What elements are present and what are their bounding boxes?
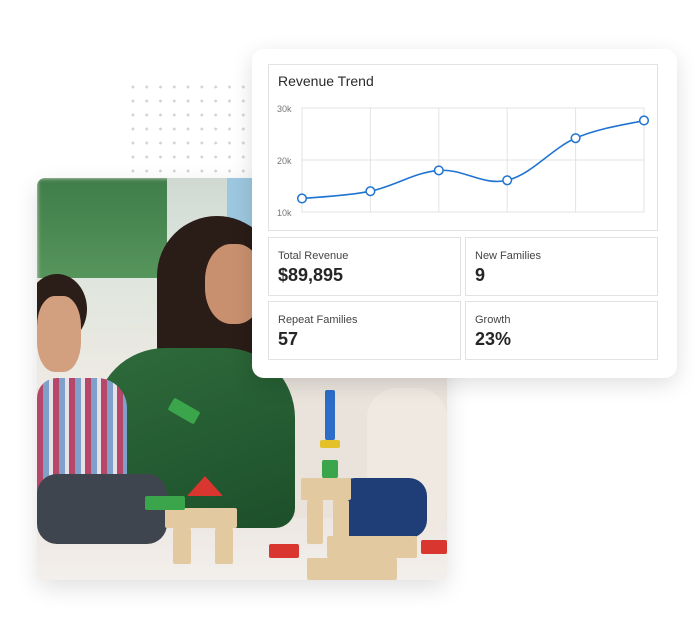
photo-block xyxy=(173,528,191,564)
chart-title: Revenue Trend xyxy=(278,73,374,89)
y-tick-label: 30k xyxy=(277,104,292,114)
stat-tile-growth: Growth 23% xyxy=(465,301,658,360)
stat-label: Total Revenue xyxy=(278,250,349,262)
photo-block xyxy=(145,496,185,510)
data-point xyxy=(570,133,581,144)
stat-tile-new-families: New Families 9 xyxy=(465,237,658,296)
revenue-series-line xyxy=(301,119,645,200)
photo-block xyxy=(165,508,237,528)
photo-child-face xyxy=(37,296,81,372)
data-point xyxy=(502,175,513,186)
stat-value: 23% xyxy=(475,329,512,349)
stat-label: Growth xyxy=(475,314,511,326)
stat-label: New Families xyxy=(475,250,542,262)
photo-block xyxy=(269,544,299,558)
stat-tile-repeat-families: Repeat Families 57 xyxy=(268,301,461,360)
y-tick-label: 10k xyxy=(277,208,292,218)
stat-value: 9 xyxy=(475,265,486,285)
photo-block xyxy=(421,540,447,554)
photo-block xyxy=(327,536,417,558)
photo-block xyxy=(215,528,233,564)
dashboard-card: 10k 20k 30k Revenue Trend Total Revenue $8… xyxy=(252,49,677,378)
stat-tile-total-revenue: Total Revenue $89,895 xyxy=(268,237,461,296)
stat-value: 57 xyxy=(278,329,299,349)
revenue-chart-svg: 10k 20k 30k xyxy=(277,104,650,218)
photo-block xyxy=(325,390,335,440)
revenue-trend-chart: 10k 20k 30k Revenue Trend xyxy=(268,64,658,231)
data-point xyxy=(638,115,650,126)
photo-block xyxy=(307,558,397,580)
stat-label: Repeat Families xyxy=(278,314,358,326)
decorative-dot-grid xyxy=(126,80,254,176)
photo-block xyxy=(322,460,338,478)
data-point xyxy=(433,165,444,176)
photo-block xyxy=(320,440,340,448)
data-point xyxy=(365,186,376,197)
photo-block xyxy=(307,500,323,544)
y-tick-label: 20k xyxy=(277,156,292,166)
stat-value: $89,895 xyxy=(278,265,344,285)
photo-block xyxy=(301,478,351,500)
data-point xyxy=(296,193,308,204)
